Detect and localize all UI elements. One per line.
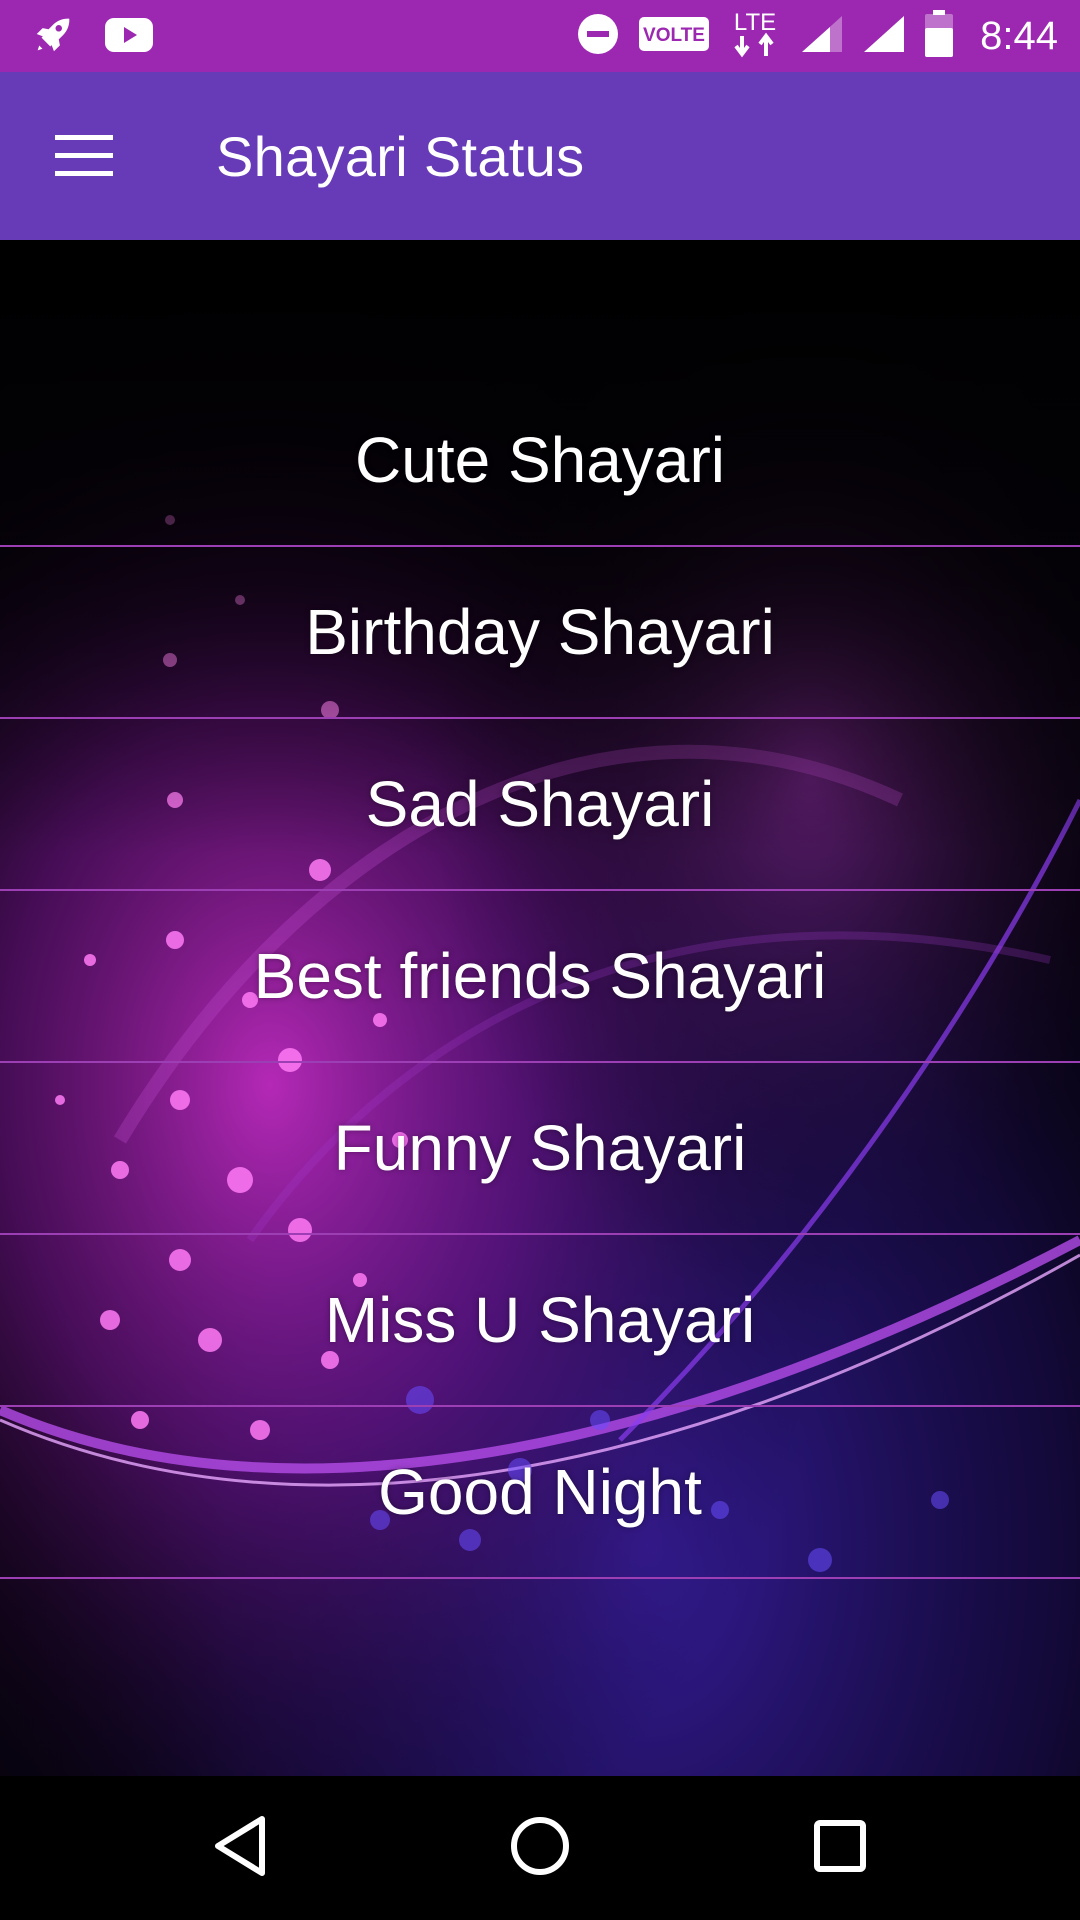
- back-icon: [212, 1815, 268, 1881]
- home-icon: [509, 1815, 571, 1881]
- youtube-icon: [104, 17, 154, 57]
- list-item-best-friends-shayari[interactable]: Best friends Shayari: [0, 891, 1080, 1063]
- hamburger-menu-icon: [55, 135, 113, 181]
- list-item-miss-u-shayari[interactable]: Miss U Shayari: [0, 1235, 1080, 1407]
- lte-label: LTE: [734, 9, 776, 36]
- battery-icon: [924, 10, 954, 62]
- status-left-icons: [30, 12, 154, 62]
- clock: 8:44: [980, 13, 1058, 58]
- home-button[interactable]: [495, 1812, 585, 1884]
- volte-label: VOLTE: [643, 25, 705, 46]
- recents-icon: [813, 1819, 867, 1877]
- status-right-icons: VOLTE LTE 8:44: [576, 0, 1058, 72]
- list-item-sad-shayari[interactable]: Sad Shayari: [0, 719, 1080, 891]
- list-item-good-night[interactable]: Good Night: [0, 1407, 1080, 1579]
- menu-button[interactable]: [30, 116, 138, 200]
- signal-icon: [800, 14, 844, 58]
- recents-button[interactable]: [795, 1812, 885, 1884]
- back-button[interactable]: [195, 1812, 285, 1884]
- content-area: Cute Shayari Birthday Shayari Sad Shayar…: [0, 240, 1080, 1776]
- signal-icon: [862, 14, 906, 58]
- list-item-funny-shayari[interactable]: Funny Shayari: [0, 1063, 1080, 1235]
- list-item-birthday-shayari[interactable]: Birthday Shayari: [0, 547, 1080, 719]
- do-not-disturb-icon: [576, 12, 620, 60]
- navigation-bar: [0, 1776, 1080, 1920]
- lte-icon: LTE: [728, 8, 782, 64]
- app-bar: Shayari Status: [0, 72, 1080, 240]
- volte-icon: VOLTE: [638, 16, 710, 56]
- list-item-cute-shayari[interactable]: Cute Shayari: [0, 375, 1080, 547]
- rocket-icon: [30, 12, 76, 62]
- status-bar: VOLTE LTE 8:44: [0, 0, 1080, 72]
- app-title: Shayari Status: [216, 125, 585, 188]
